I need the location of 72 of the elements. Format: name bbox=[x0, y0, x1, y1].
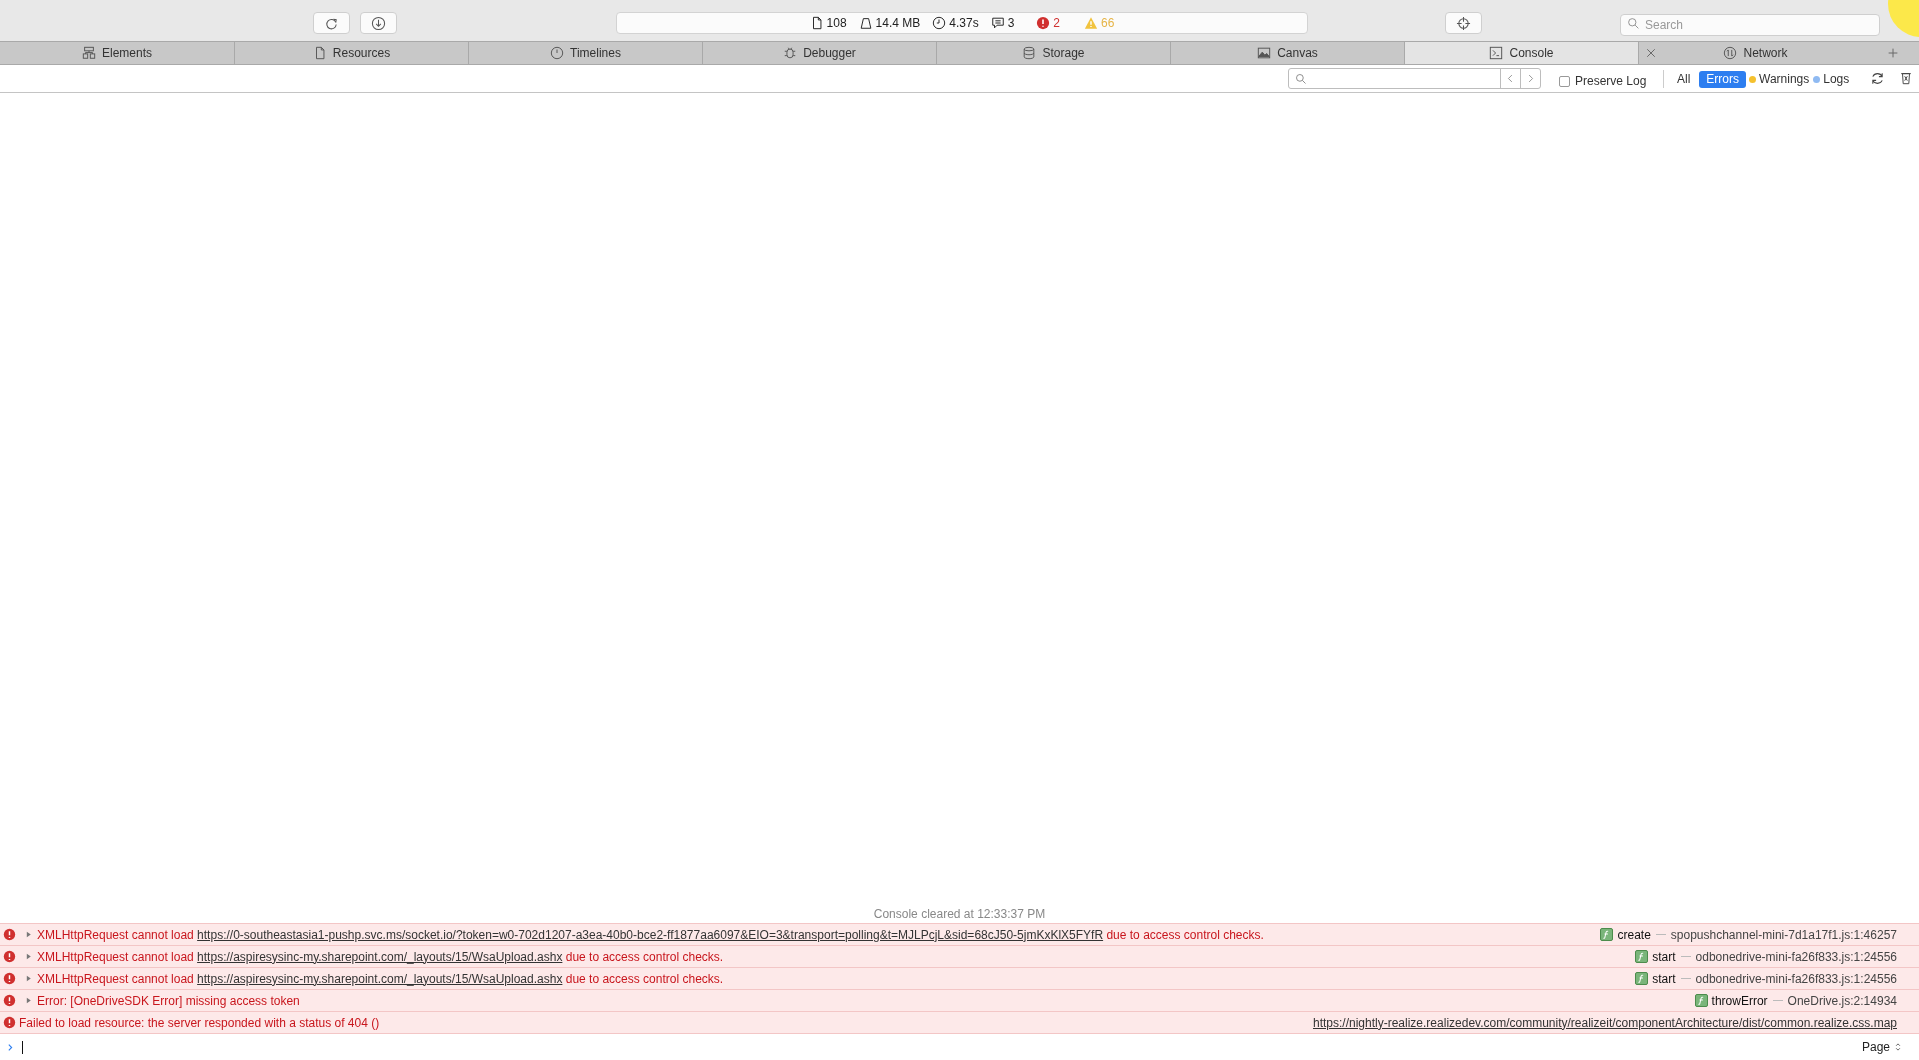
logs-count: 3 bbox=[1007, 15, 1015, 32]
filter-button[interactable]: All bbox=[1670, 70, 1698, 88]
message-text: XMLHttpRequest cannot load https://aspiresysinc-my.sharepoint.com/_layouts/15/WsaUpload.ashx due to access control checks. bbox=[37, 948, 724, 966]
search-icon bbox=[1627, 17, 1640, 30]
function-icon bbox=[1635, 950, 1649, 963]
database-icon bbox=[1022, 46, 1037, 60]
up-down-chevron-icon bbox=[1893, 1042, 1903, 1052]
disclosure-triangle-icon[interactable] bbox=[24, 930, 33, 939]
sun-drawing bbox=[1887, 0, 1919, 38]
message-text: XMLHttpRequest cannot load https://0-southeastasia1-pushp.svc.ms/socket.io/?token=w0-702d1207-a3ea-40b0-bce2-ff1877aa6097&EIO=3&transport=polling&t=MJLPcjL&sid=68cJ50-5jmKxKlX5FYfR due to access control checks. bbox=[37, 926, 1264, 944]
source-location[interactable]: odbonedrive-mini-fa26f833.js:1:24556 bbox=[1695, 947, 1897, 966]
errors-count: 2 bbox=[1053, 15, 1061, 32]
filter-button[interactable]: Logs bbox=[1812, 70, 1851, 88]
error-icon bbox=[3, 994, 16, 1007]
prompt-icon bbox=[6, 1042, 15, 1052]
preserve-log-label: Preserve Log bbox=[1575, 73, 1647, 90]
message-link[interactable]: https://aspiresysinc-my.sharepoint.com/_layouts/15/WsaUpload.ashx bbox=[197, 949, 563, 964]
filter-button[interactable]: Errors bbox=[1699, 70, 1746, 88]
refresh-icon[interactable] bbox=[1870, 71, 1885, 86]
function-name: start bbox=[1652, 970, 1676, 988]
error-icon bbox=[1036, 16, 1051, 30]
message-text: XMLHttpRequest cannot load https://aspiresysinc-my.sharepoint.com/_layouts/15/WsaUpload.ashx due to access control checks. bbox=[37, 970, 724, 988]
download-icon bbox=[371, 15, 386, 31]
tab[interactable]: Console bbox=[1404, 42, 1638, 64]
network-icon bbox=[1723, 46, 1738, 60]
clock-icon bbox=[550, 46, 565, 60]
weight-icon bbox=[858, 16, 873, 30]
close-icon[interactable] bbox=[1645, 47, 1657, 59]
preserve-log-checkbox[interactable] bbox=[1559, 75, 1570, 87]
function-name: start bbox=[1652, 948, 1676, 966]
search-field[interactable]: Search bbox=[1620, 14, 1880, 36]
error-icon bbox=[3, 1016, 16, 1029]
error-icon bbox=[3, 928, 16, 941]
reload-button[interactable] bbox=[313, 12, 350, 34]
function-icon bbox=[1635, 972, 1649, 985]
warning-icon bbox=[1084, 16, 1099, 30]
speech-bubble-icon bbox=[990, 16, 1005, 30]
source-link[interactable]: https://nightly-realize.realizedev.com/community/realizeit/componentArchitecture/dist/common.realize.css.map bbox=[1313, 1013, 1897, 1032]
layout-icon bbox=[82, 46, 96, 60]
clock-icon bbox=[932, 16, 947, 30]
download-button[interactable] bbox=[360, 12, 397, 34]
search-icon bbox=[1295, 72, 1307, 85]
filter-button[interactable]: Warnings bbox=[1748, 70, 1811, 88]
function-name: create bbox=[1617, 926, 1651, 944]
crosshair-icon bbox=[1456, 15, 1471, 31]
disclosure-triangle-icon[interactable] bbox=[24, 974, 33, 983]
time-count: 4.37s bbox=[949, 15, 979, 32]
message-link[interactable]: https://aspiresysinc-my.sharepoint.com/_layouts/15/WsaUpload.ashx bbox=[197, 971, 563, 986]
image-icon bbox=[1257, 46, 1272, 60]
size-count: 14.4 MB bbox=[875, 15, 921, 32]
disclosure-triangle-icon[interactable] bbox=[24, 952, 33, 961]
error-icon bbox=[3, 972, 16, 985]
function-icon bbox=[1694, 994, 1708, 1007]
message-text: Failed to load resource: the server responded with a status of 404 () bbox=[19, 1014, 380, 1032]
source-location[interactable]: OneDrive.js:2:14934 bbox=[1787, 991, 1897, 1010]
inspect-button[interactable] bbox=[1445, 12, 1482, 34]
warnings-count: 66 bbox=[1101, 15, 1115, 32]
text-cursor bbox=[22, 1040, 23, 1054]
function-name: throwError bbox=[1711, 992, 1768, 1010]
source-location[interactable]: odbonedrive-mini-fa26f833.js:1:24556 bbox=[1695, 969, 1897, 988]
message-link[interactable]: https://0-southeastasia1-pushp.svc.ms/socket.io/?token=w0-702d1207-a3ea-40b0-bce2-ff1877aa6097&EIO=3&transport=polling&t=MJLPcjL&sid=68cJ50-5jmKxKlX5FYfR bbox=[197, 927, 1104, 942]
resources-count: 108 bbox=[826, 15, 847, 32]
error-icon bbox=[3, 950, 16, 963]
console-cleared-message: Console cleared at 12:33:37 PM bbox=[873, 907, 1046, 922]
function-icon bbox=[1600, 928, 1614, 941]
disclosure-triangle-icon[interactable] bbox=[24, 996, 33, 1005]
clear-console-icon[interactable] bbox=[1899, 71, 1913, 85]
execution-context-selector[interactable]: Page bbox=[1861, 1038, 1903, 1056]
message-text: Error: [OneDriveSDK Error] missing access token bbox=[37, 992, 300, 1010]
source-location[interactable]: spopushchannel-mini-7d1a17f1.js:1:46257 bbox=[1670, 925, 1897, 944]
terminal-icon bbox=[1489, 46, 1504, 60]
bug-icon bbox=[783, 46, 798, 60]
